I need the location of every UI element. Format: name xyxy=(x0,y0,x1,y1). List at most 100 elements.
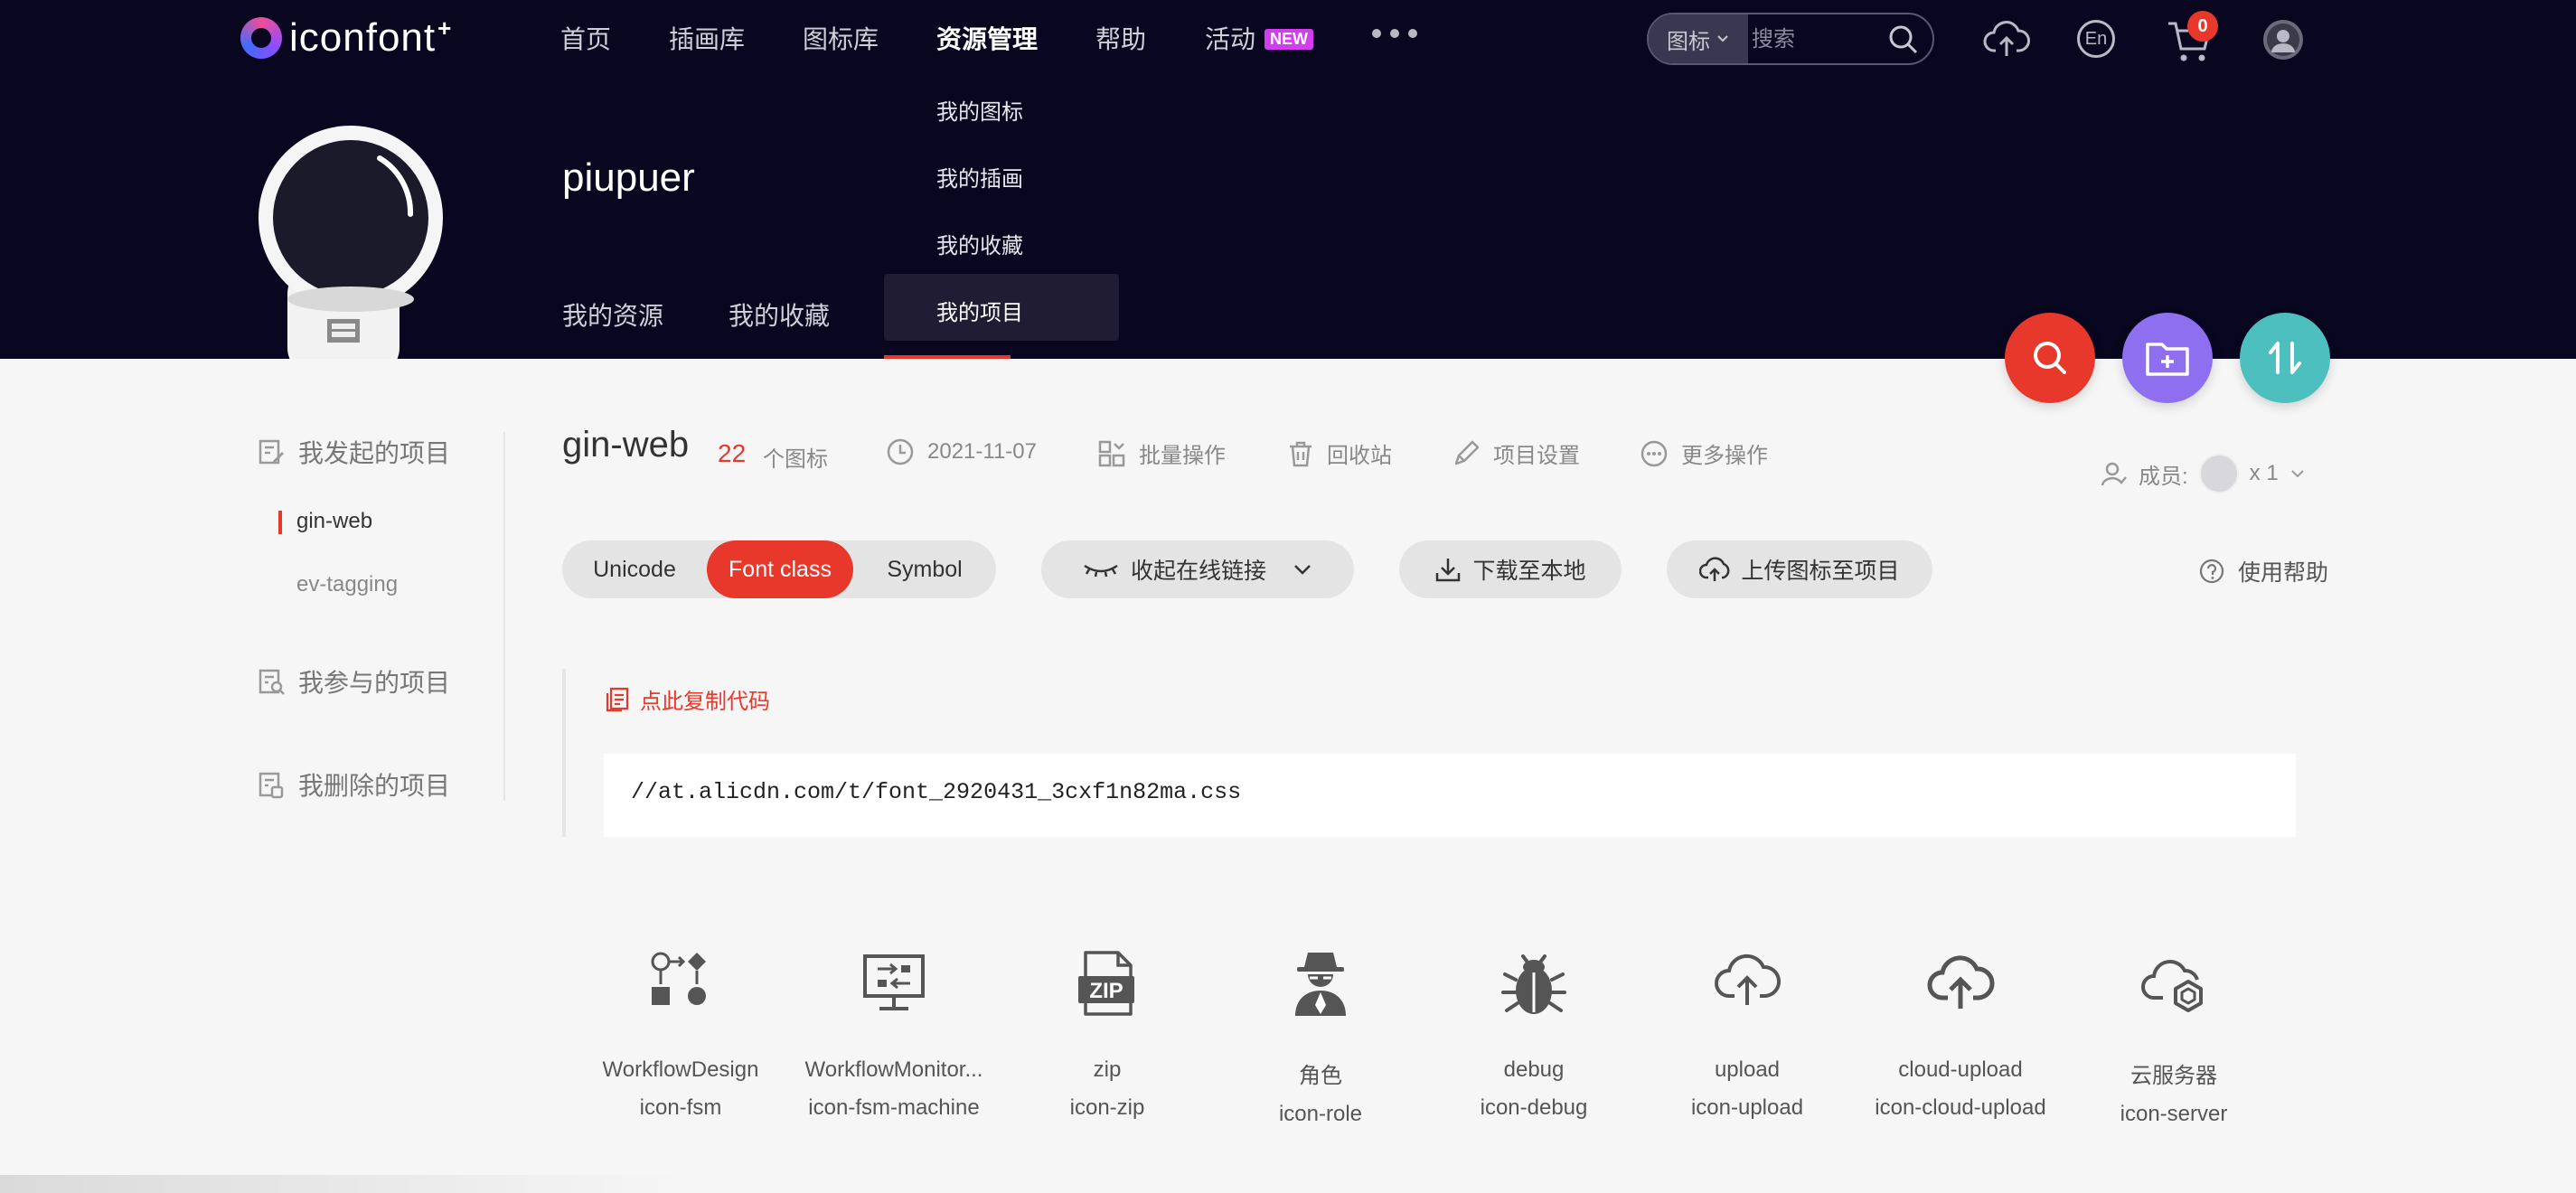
tab-active-underline xyxy=(884,355,1011,359)
mode-unicode-button[interactable]: Unicode xyxy=(562,540,707,598)
zip-file-icon: ZIP xyxy=(1078,951,1134,1016)
search-type-label: 图标 xyxy=(1667,29,1710,54)
search-box: 图标 xyxy=(1647,13,1934,65)
fab-search-button[interactable] xyxy=(2005,313,2095,403)
edit-doc-icon xyxy=(259,439,284,465)
tab-my-resources[interactable]: 我的资源 xyxy=(562,296,663,333)
icon-class: icon-server xyxy=(2120,1102,2228,1126)
nav-activity[interactable]: 活动 xyxy=(1205,20,1255,56)
icon-card-fsm[interactable]: WorkflowDesign icon-fsm xyxy=(574,949,787,1121)
project-title: gin-web xyxy=(562,425,690,465)
icon-card-zip[interactable]: ZIP zip icon-zip xyxy=(1001,949,1214,1121)
bug-debug-icon xyxy=(1501,954,1566,1014)
icon-card-role[interactable]: 角色 icon-role xyxy=(1214,949,1427,1127)
download-icon xyxy=(1436,559,1461,582)
new-badge: NEW xyxy=(1264,29,1313,50)
icon-name: 角色 xyxy=(1299,1064,1342,1088)
eye-closed-icon xyxy=(1084,564,1118,578)
more-nav-icon[interactable] xyxy=(1372,29,1417,38)
batch-grid-icon xyxy=(1098,440,1125,466)
member-icon xyxy=(2101,462,2127,486)
search-doc-icon xyxy=(259,669,285,695)
sidebar-group-label: 我删除的项目 xyxy=(298,772,451,800)
nav-help[interactable]: 帮助 xyxy=(1095,20,1146,56)
icon-card-cloud-upload[interactable]: cloud-upload icon-cloud-upload xyxy=(1854,949,2067,1121)
cloud-upload-icon xyxy=(1699,557,1730,581)
usage-help-link[interactable]: 使用帮助 xyxy=(2198,555,2328,587)
download-local-button[interactable]: 下载至本地 xyxy=(1399,540,1622,598)
members-count: x 1 xyxy=(2249,461,2279,485)
icon-card-debug[interactable]: debug icon-debug xyxy=(1427,949,1641,1121)
iconfont-logo[interactable]: iconfont + xyxy=(240,14,451,61)
more-actions-button[interactable]: 更多操作 xyxy=(1640,437,1768,469)
fab-add-folder-button[interactable] xyxy=(2122,313,2213,403)
icon-name: debug xyxy=(1503,1057,1565,1082)
icon-count-unit: 个图标 xyxy=(763,447,828,472)
cloud-upload-icon[interactable] xyxy=(1983,16,2030,63)
tab-my-favorites[interactable]: 我的收藏 xyxy=(729,296,830,333)
icon-card-server[interactable]: 云服务器 icon-server xyxy=(2067,949,2280,1127)
sidebar-group-created[interactable]: 我发起的项目 xyxy=(257,434,450,470)
search-icon[interactable] xyxy=(1887,23,1920,56)
clock-icon xyxy=(887,438,914,465)
icon-card-fsm-machine[interactable]: WorkflowMonitor... icon-fsm-machine xyxy=(787,949,1001,1121)
batch-operation-button[interactable]: 批量操作 xyxy=(1097,437,1226,469)
css-url-code[interactable]: //at.alicdn.com/t/font_2920431_3cxf1n82m… xyxy=(631,779,1241,805)
project-settings-button[interactable]: 项目设置 xyxy=(1452,437,1580,469)
icon-class: icon-zip xyxy=(1069,1095,1145,1120)
nav-illustrations[interactable]: 插画库 xyxy=(669,20,745,56)
fab-sort-button[interactable] xyxy=(2240,313,2330,403)
cloud-upload-icon xyxy=(1927,955,1995,1009)
search-input[interactable] xyxy=(1750,14,1880,63)
sidebar-group-deleted[interactable]: 我删除的项目 xyxy=(257,766,450,803)
icon-class: icon-role xyxy=(1278,1102,1363,1126)
upload-cloud-icon xyxy=(1715,953,1781,1005)
icon-name: 云服务器 xyxy=(2130,1064,2217,1088)
pencil-icon xyxy=(1454,440,1480,465)
sidebar-project-ev-tagging[interactable]: ev-tagging xyxy=(296,572,398,597)
icon-name: upload xyxy=(1714,1057,1781,1082)
copy-code-label: 点此复制代码 xyxy=(640,690,770,714)
profile-avatar xyxy=(244,122,443,359)
icon-class: icon-fsm xyxy=(639,1095,722,1120)
logo-mark-icon xyxy=(240,17,282,59)
sort-icon xyxy=(2269,342,2301,374)
sidebar-group-joined[interactable]: 我参与的项目 xyxy=(257,663,450,700)
more-circle-icon xyxy=(1641,440,1668,466)
icon-name: cloud-upload xyxy=(1898,1057,2023,1082)
recycle-bin-button[interactable]: 回收站 xyxy=(1287,437,1392,469)
nav-home[interactable]: 首页 xyxy=(560,20,611,56)
search-type-select[interactable]: 图标 xyxy=(1649,14,1748,63)
user-avatar-icon[interactable] xyxy=(2261,18,2305,61)
mode-symbol-button[interactable]: Symbol xyxy=(853,540,996,598)
sidebar-project-gin-web[interactable]: gin-web xyxy=(296,509,372,534)
chevron-down-icon xyxy=(1717,35,1728,42)
logo-text: iconfont xyxy=(289,15,437,60)
dropdown-my-icons[interactable]: 我的图标 xyxy=(936,94,1023,126)
code-mode-switch: Unicode Font class Symbol xyxy=(562,540,996,598)
project-date: 2021-11-07 xyxy=(886,437,1037,466)
dropdown-my-illustrations[interactable]: 我的插画 xyxy=(936,161,1023,193)
copy-code-button[interactable]: 点此复制代码 xyxy=(604,683,770,715)
astronaut-avatar-icon xyxy=(259,126,443,359)
chevron-down-icon xyxy=(2290,470,2304,478)
svg-text:ZIP: ZIP xyxy=(1089,979,1123,1003)
dropdown-my-favorites[interactable]: 我的收藏 xyxy=(936,228,1023,259)
sidebar-group-label: 我参与的项目 xyxy=(298,669,451,697)
search-icon xyxy=(2034,342,2066,374)
members-selector[interactable]: 成员: x 1 xyxy=(2101,454,2306,493)
workflow-design-icon xyxy=(651,952,706,1005)
dropdown-my-projects[interactable]: 我的项目 xyxy=(936,295,1023,326)
trash-icon xyxy=(1290,441,1312,466)
collapse-online-link-button[interactable]: 收起在线链接 xyxy=(1041,540,1354,598)
nav-icon-library[interactable]: 图标库 xyxy=(803,20,879,56)
icon-name: WorkflowDesign xyxy=(602,1057,759,1082)
upload-icons-button[interactable]: 上传图标至项目 xyxy=(1667,540,1932,598)
logo-plus: + xyxy=(437,14,452,42)
language-toggle[interactable]: En xyxy=(2077,20,2115,58)
mode-font-class-button[interactable]: Font class xyxy=(707,540,853,598)
nav-resource-management[interactable]: 资源管理 xyxy=(936,20,1038,56)
icon-card-upload[interactable]: upload icon-upload xyxy=(1641,949,1854,1121)
copy-icon xyxy=(606,687,629,711)
sidebar-group-label: 我发起的项目 xyxy=(298,439,451,467)
